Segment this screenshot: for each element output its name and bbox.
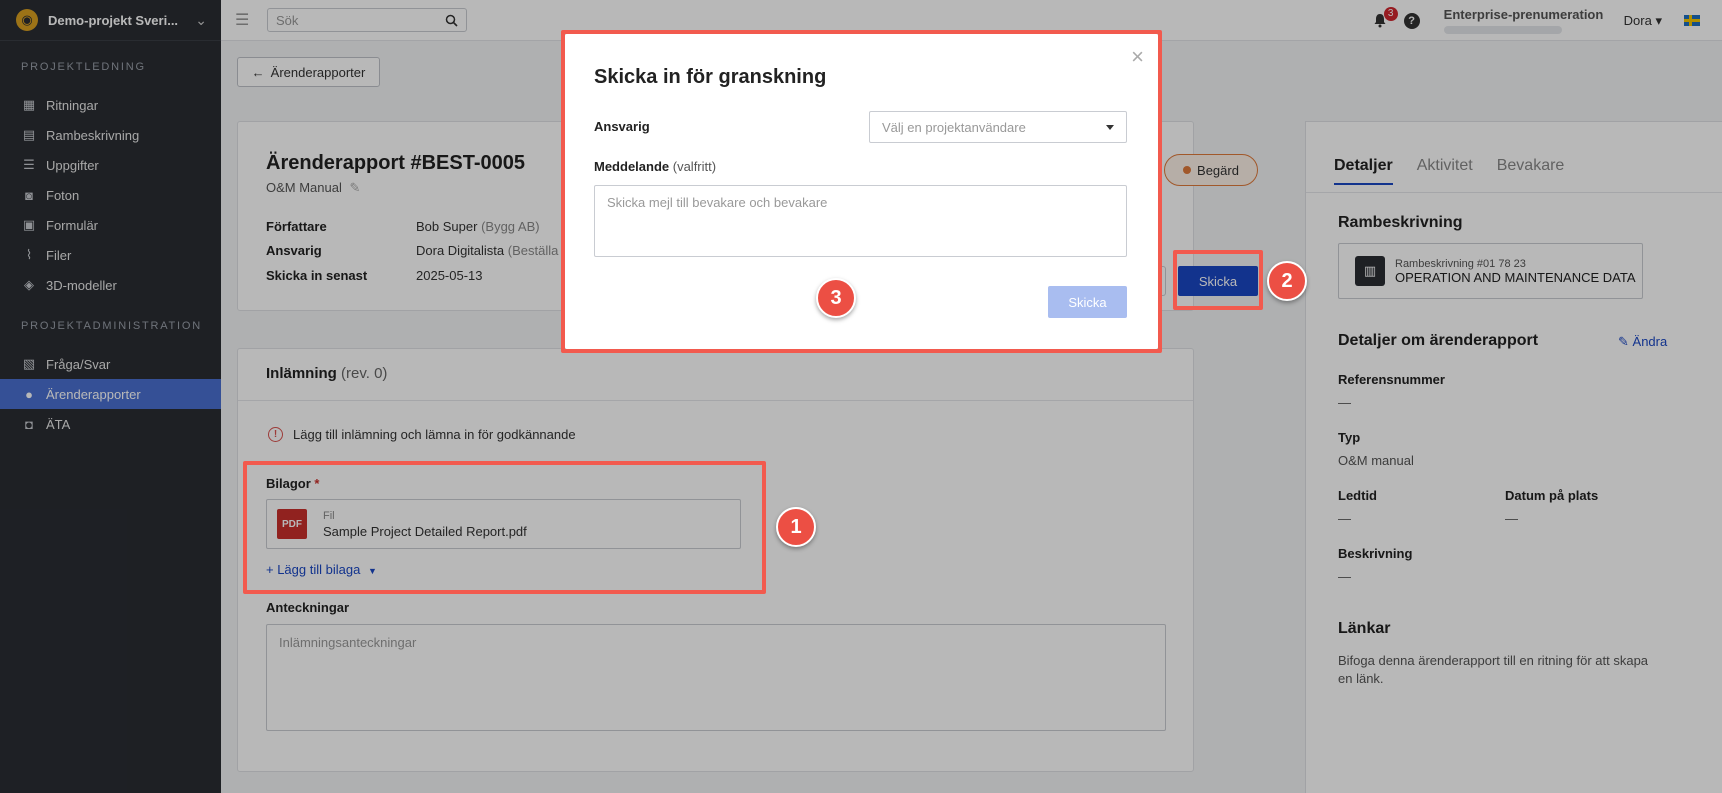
highlight-send-button [1173,250,1263,310]
highlight-attachments [243,461,766,594]
annotation-marker-3: 3 [816,278,856,318]
annotation-marker-1: 1 [776,507,816,547]
highlight-dialog [561,30,1162,353]
annotation-marker-2: 2 [1267,261,1307,301]
